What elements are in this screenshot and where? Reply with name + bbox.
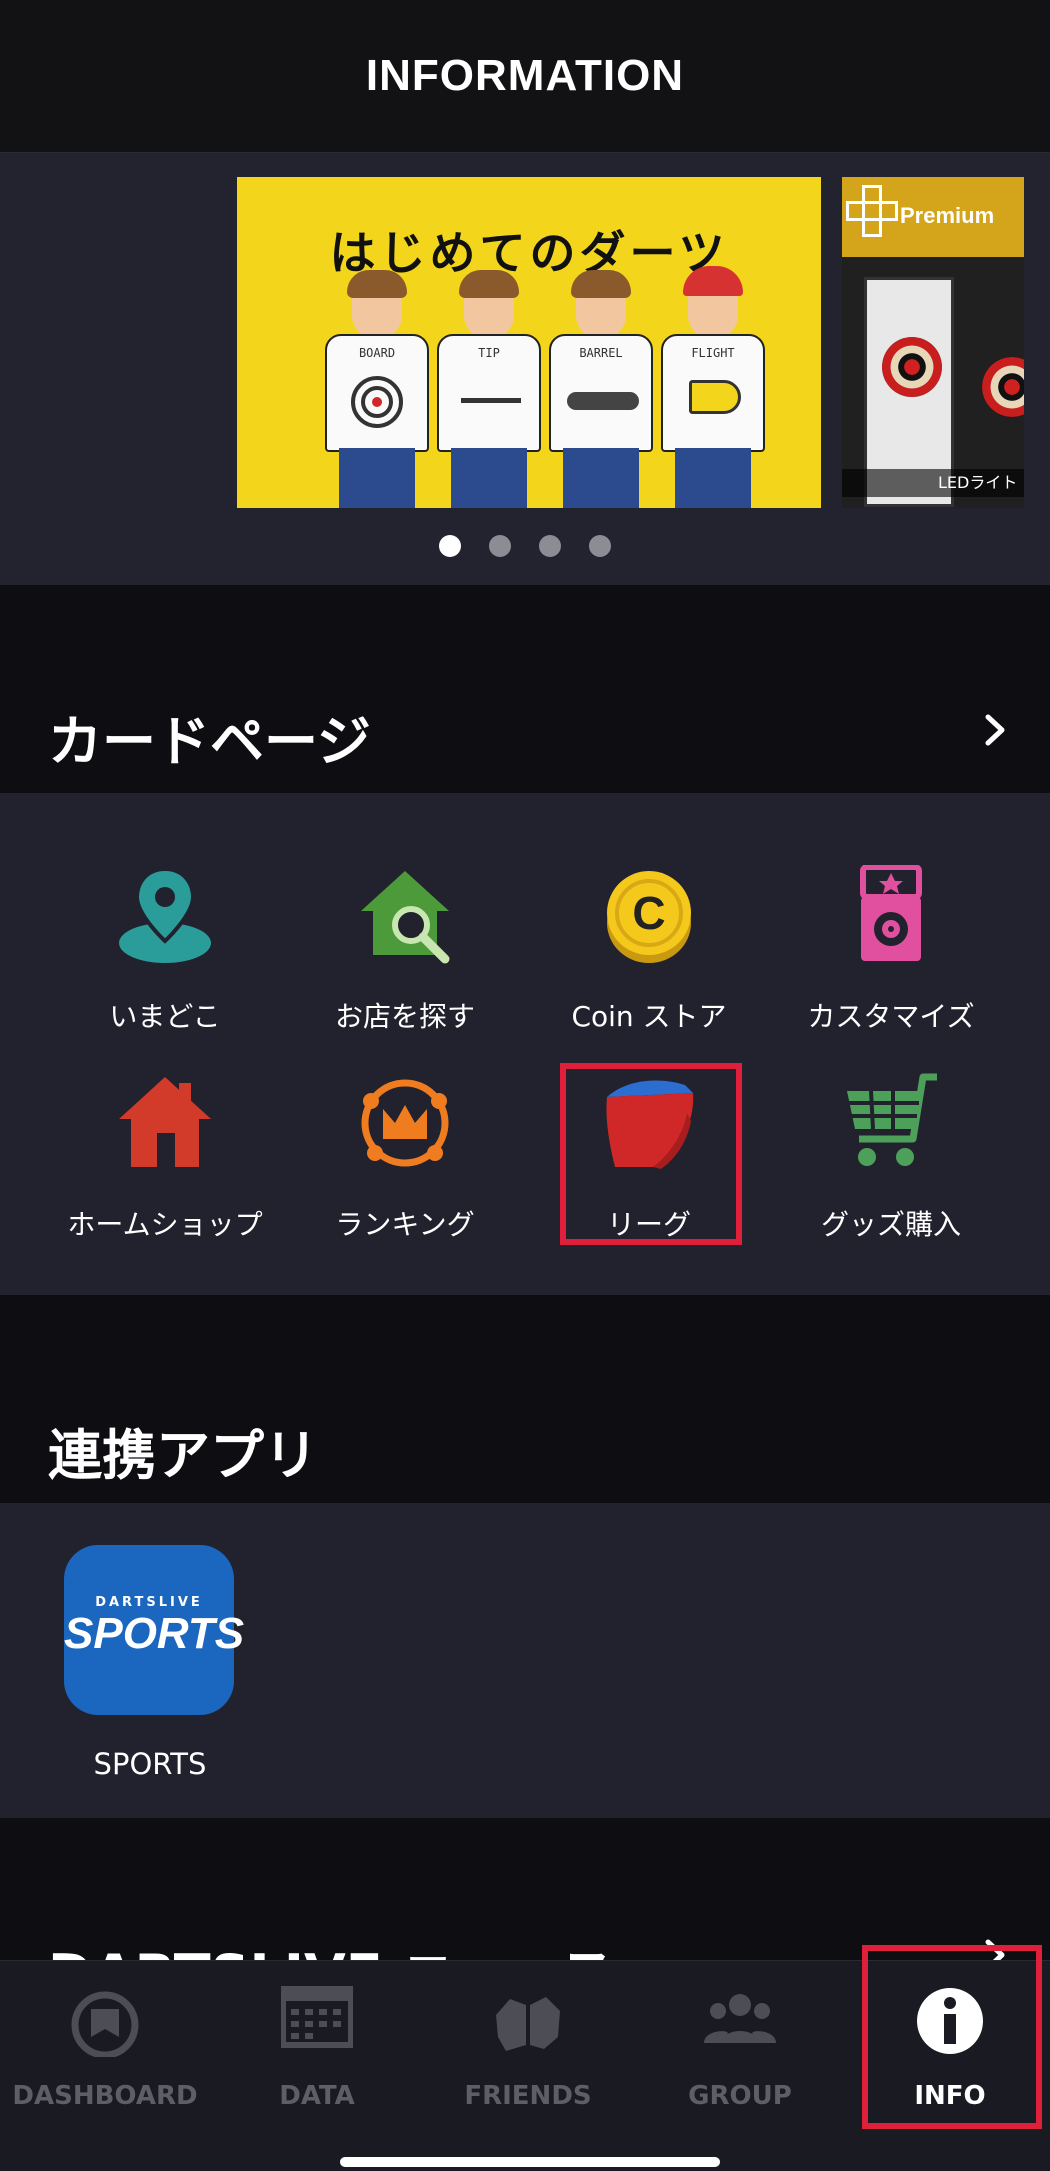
shirt-label-board: BOARD: [358, 346, 396, 360]
banner-person-flight: FLIGHT: [661, 266, 765, 508]
data-calendar-icon: [281, 1986, 353, 2048]
home-indicator: [340, 2157, 720, 2167]
home-shop-icon: [119, 1077, 211, 1167]
friends-icon: [496, 1997, 560, 2051]
customize-icon: [860, 865, 922, 961]
banner-person-barrel: BARREL: [549, 270, 653, 508]
grid-item-customize[interactable]: カスタマイズ: [776, 865, 1006, 1055]
page-dot[interactable]: [489, 535, 511, 557]
grid-label: Coin ストア: [571, 1000, 727, 1033]
target-icon: [351, 376, 403, 428]
grid-label: いまどこ: [109, 1000, 221, 1033]
banner-person-board: BOARD: [325, 270, 429, 508]
page-dot[interactable]: [539, 535, 561, 557]
chevron-right-icon[interactable]: [978, 713, 1012, 747]
grid-item-imadoko[interactable]: いまどこ: [50, 865, 280, 1055]
dartboard-icon: [982, 357, 1024, 417]
section-title-card-page: カードページ: [48, 710, 371, 773]
tab-friends[interactable]: FRIENDS: [428, 1985, 628, 2125]
tab-label: DASHBOARD: [12, 2081, 198, 2111]
grid-item-find-shop[interactable]: お店を探す: [290, 865, 520, 1055]
card-page-header[interactable]: カードページ: [0, 585, 1050, 793]
ranking-crown-icon: [361, 1079, 449, 1167]
tab-dashboard[interactable]: DASHBOARD: [5, 1985, 205, 2125]
grid-label: カスタマイズ: [807, 1000, 975, 1033]
shopping-cart-icon: [847, 1073, 937, 1166]
grid-item-ranking[interactable]: ランキング: [290, 1073, 520, 1263]
tab-group[interactable]: GROUP: [640, 1985, 840, 2125]
shirt-label-barrel: BARREL: [579, 346, 623, 360]
grid-label: お店を探す: [334, 1000, 475, 1033]
plus-logo-icon: [846, 185, 898, 237]
group-icon: [704, 1994, 776, 2043]
linked-apps-header: 連携アプリ: [0, 1295, 1050, 1503]
highlight-info-tab: [862, 1945, 1042, 2129]
svg-text:C: C: [632, 887, 665, 939]
grid-label: グッズ購入: [820, 1208, 961, 1241]
card-page-grid: いまどこ お店を探す C Coin ストア カスタマイズ ホームショップ ランキ…: [0, 793, 1050, 1295]
news-header[interactable]: DARTSLIVE ニュース: [0, 1818, 1050, 2006]
tab-label: DATA: [279, 2081, 355, 2111]
banner-caption: LEDライト: [842, 469, 1024, 497]
banner-carousel[interactable]: はじめてのダーツ BOARD TIP BARREL FLIGHT Premium…: [0, 153, 1050, 585]
highlight-league: [560, 1063, 742, 1245]
grid-item-coin-store[interactable]: C Coin ストア: [534, 865, 764, 1055]
page-dot-active[interactable]: [439, 535, 461, 557]
shirt-label-tip: TIP: [478, 346, 500, 360]
grid-label: ホームショップ: [67, 1208, 263, 1241]
page-dot[interactable]: [589, 535, 611, 557]
nav-header: INFORMATION: [0, 0, 1050, 153]
banner-premium-title: Premium: [900, 203, 995, 228]
tab-data[interactable]: DATA: [217, 1985, 417, 2125]
dashboard-icon: [71, 1991, 139, 2057]
tab-label: FRIENDS: [464, 2081, 592, 2111]
carousel-page-indicator[interactable]: [0, 535, 1050, 557]
banner-premium-plus[interactable]: Premium LEDライト: [842, 177, 1024, 508]
sports-app-icon[interactable]: DARTSLIVE SPORTS: [64, 1545, 245, 1715]
app-tile-name: SPORTS: [64, 1609, 245, 1658]
banner-hajimete-darts[interactable]: はじめてのダーツ BOARD TIP BARREL FLIGHT: [237, 177, 821, 508]
grid-label: ランキング: [335, 1208, 475, 1241]
app-tile-brand: DARTSLIVE: [95, 1595, 203, 1610]
shirt-label-flight: FLIGHT: [691, 346, 735, 360]
shop-search-icon: [361, 871, 450, 964]
page-title: INFORMATION: [365, 51, 685, 100]
linked-apps-list: DARTSLIVE SPORTS SPORTS: [0, 1503, 1050, 1818]
banner-person-tip: TIP: [437, 270, 541, 508]
dartboard-icon: [882, 337, 942, 397]
tab-bar: DASHBOARD DATA FRIENDS GROUP INFO: [0, 1945, 1050, 2171]
app-label-sports: SPORTS: [93, 1747, 207, 1781]
tab-label: GROUP: [688, 2081, 792, 2111]
coin-icon: C: [607, 871, 691, 963]
grid-item-goods-purchase[interactable]: グッズ購入: [776, 1073, 1006, 1263]
map-pin-icon: [119, 866, 211, 963]
section-title-linked-apps: 連携アプリ: [48, 1424, 318, 1487]
grid-item-home-shop[interactable]: ホームショップ: [50, 1073, 280, 1263]
